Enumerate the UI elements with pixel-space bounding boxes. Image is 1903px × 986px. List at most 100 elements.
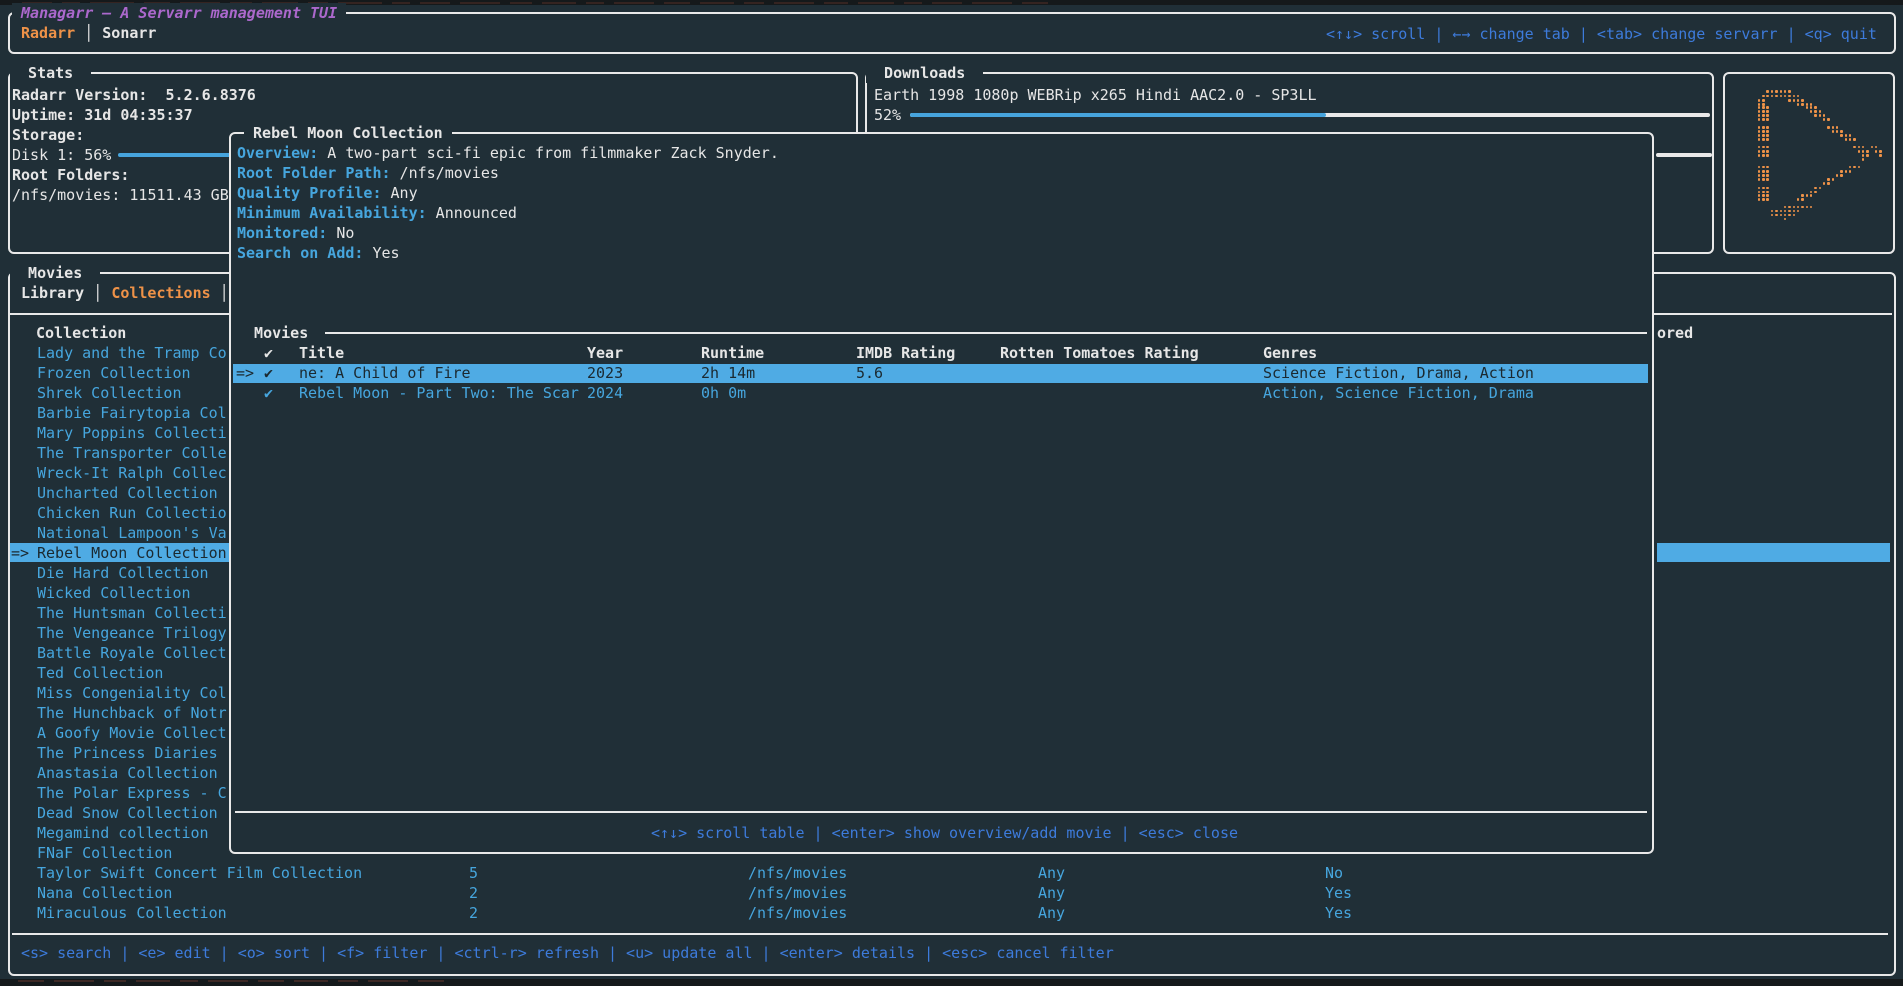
- popup-header-imdb: IMDB Rating: [856, 343, 955, 363]
- collection-row[interactable]: Mary Poppins Collecti: [37, 423, 227, 443]
- collection-row[interactable]: Chicken Run Collectio: [37, 503, 227, 523]
- logo-dot: [1810, 194, 1812, 197]
- logo-dot: [1762, 146, 1764, 149]
- collection-row[interactable]: The Huntsman Collecti: [37, 603, 227, 623]
- logo-dot: [1801, 206, 1803, 209]
- logo-dot: [1758, 166, 1760, 169]
- logo-dot: [1766, 198, 1768, 201]
- logo-dot: [1810, 106, 1812, 109]
- logo-dot: [1840, 134, 1842, 137]
- global-keybindings-help: <↑↓> scroll | ←→ change tab | <tab> chan…: [1326, 24, 1877, 44]
- tab-radarr[interactable]: Radarr: [21, 24, 75, 42]
- collection-row[interactable]: The Princess Diaries: [37, 743, 218, 763]
- download2-progress-track: [1656, 153, 1712, 157]
- collection-row[interactable]: Ted Collection: [37, 663, 163, 683]
- logo-dot: [1879, 150, 1881, 153]
- popup-field-label: Root Folder Path:: [237, 164, 391, 182]
- logo-dot: [1762, 178, 1764, 181]
- downloads-panel-title: Downloads: [866, 63, 983, 83]
- logo-dot: [1758, 194, 1760, 197]
- logo-dot: [1766, 118, 1768, 121]
- logo-dot: [1766, 174, 1768, 177]
- logo-dot: [1810, 110, 1812, 113]
- logo-dot: [1758, 118, 1760, 121]
- managarr-tui-screen: Managarr — A Servarr management TUI Rada…: [0, 0, 1903, 986]
- logo-dot: [1762, 194, 1764, 197]
- logo-dot: [1762, 118, 1764, 121]
- terminal-text-remnant: [54, 980, 94, 982]
- collection-row[interactable]: The Polar Express - C: [37, 783, 227, 803]
- collection-row[interactable]: Uncharted Collection: [37, 483, 218, 503]
- collection-row[interactable]: National Lampoon's Va: [37, 523, 227, 543]
- collection-row[interactable]: Miraculous Collection: [37, 903, 227, 923]
- popup-cell-year: 2024: [587, 383, 623, 403]
- logo-dot: [1758, 187, 1760, 190]
- logo-dot: [1832, 126, 1834, 129]
- logo-dot: [1758, 106, 1760, 109]
- terminal-text-remnant: [932, 2, 962, 4]
- popup-cell-title[interactable]: Rebel Moon - Part Two: The Scar: [299, 383, 579, 403]
- collection-row[interactable]: Die Hard Collection: [37, 563, 209, 583]
- logo-dot: [1775, 210, 1777, 213]
- logo-dot: [1827, 118, 1829, 121]
- logo-dot: [1866, 150, 1868, 153]
- popup-cell-check: ✔: [264, 383, 273, 403]
- collection-row[interactable]: Taylor Swift Concert Film Collection: [37, 863, 362, 883]
- logo-dot: [1793, 95, 1795, 98]
- collection-row[interactable]: Lady and the Tramp Co: [37, 343, 227, 363]
- collection-details-popup: Rebel Moon Collection Overview: A two-pa…: [229, 132, 1654, 854]
- logo-dot: [1836, 126, 1838, 129]
- logo-dot: [1766, 146, 1768, 149]
- tab-sonarr[interactable]: Sonarr: [102, 24, 156, 42]
- terminal-text-remnant: [208, 980, 248, 982]
- logo-dot: [1801, 198, 1803, 201]
- collection-row[interactable]: The Hunchback of Notr: [37, 703, 227, 723]
- popup-cell-genres: Science Fiction, Drama, Action: [1263, 363, 1534, 383]
- collection-row[interactable]: Megamind collection: [37, 823, 209, 843]
- collection-row[interactable]: Battle Royale Collect: [37, 643, 227, 663]
- collection-row[interactable]: Dead Snow Collection: [37, 803, 218, 823]
- terminal-text-remnant: [858, 2, 894, 4]
- terminal-text-remnant: [104, 980, 126, 982]
- popup-cell-title[interactable]: ne: A Child of Fire: [299, 363, 471, 383]
- collection-row[interactable]: Barbie Fairytopia Col: [37, 403, 227, 423]
- collection-row[interactable]: Miss Congeniality Col: [37, 683, 227, 703]
- collection-row[interactable]: Nana Collection: [37, 883, 172, 903]
- logo-dot: [1758, 110, 1760, 113]
- tab-collections[interactable]: Collections: [111, 284, 210, 302]
- collection-row-selected[interactable]: Rebel Moon Collection: [37, 543, 227, 563]
- popup-field-value: No: [327, 224, 354, 242]
- popup-title: Rebel Moon Collection: [244, 123, 452, 143]
- stats-uptime: Uptime: 31d 04:35:37: [12, 106, 193, 124]
- logo-dot: [1766, 95, 1768, 98]
- logo-dot: [1849, 170, 1851, 173]
- collection-row[interactable]: Anastasia Collection: [37, 763, 218, 783]
- logo-dot: [1836, 174, 1838, 177]
- collection-row[interactable]: The Vengeance Trilogy: [37, 623, 227, 643]
- collection-row[interactable]: FNaF Collection: [37, 843, 172, 863]
- terminal-text-remnant: [1022, 2, 1048, 4]
- tab-library[interactable]: Library: [21, 284, 84, 302]
- logo-dot: [1875, 146, 1877, 149]
- movies-panel-title: Movies: [10, 263, 100, 283]
- collection-row[interactable]: The Transporter Colle: [37, 443, 227, 463]
- popup-cell-runtime: 2h 14m: [701, 363, 755, 383]
- logo-dot: [1853, 146, 1855, 149]
- collection-row[interactable]: A Goofy Movie Collect: [37, 723, 227, 743]
- logo-dot: [1771, 210, 1773, 213]
- logo-dot: [1766, 191, 1768, 194]
- logo-dot: [1849, 166, 1851, 169]
- logo-dot: [1766, 114, 1768, 117]
- collection-cell-root_folder: /nfs/movies: [748, 903, 847, 923]
- logo-dot: [1784, 95, 1786, 98]
- terminal-text-remnant: [824, 2, 848, 4]
- logo-dot: [1771, 214, 1773, 217]
- logo-dot: [1819, 114, 1821, 117]
- collection-row[interactable]: Wicked Collection: [37, 583, 191, 603]
- logo-dot: [1775, 90, 1777, 93]
- collection-row[interactable]: Frozen Collection: [37, 363, 191, 383]
- logo-dot: [1797, 99, 1799, 102]
- collection-row[interactable]: Shrek Collection: [37, 383, 182, 403]
- collection-row[interactable]: Wreck-It Ralph Collec: [37, 463, 227, 483]
- logo-dot: [1858, 146, 1860, 149]
